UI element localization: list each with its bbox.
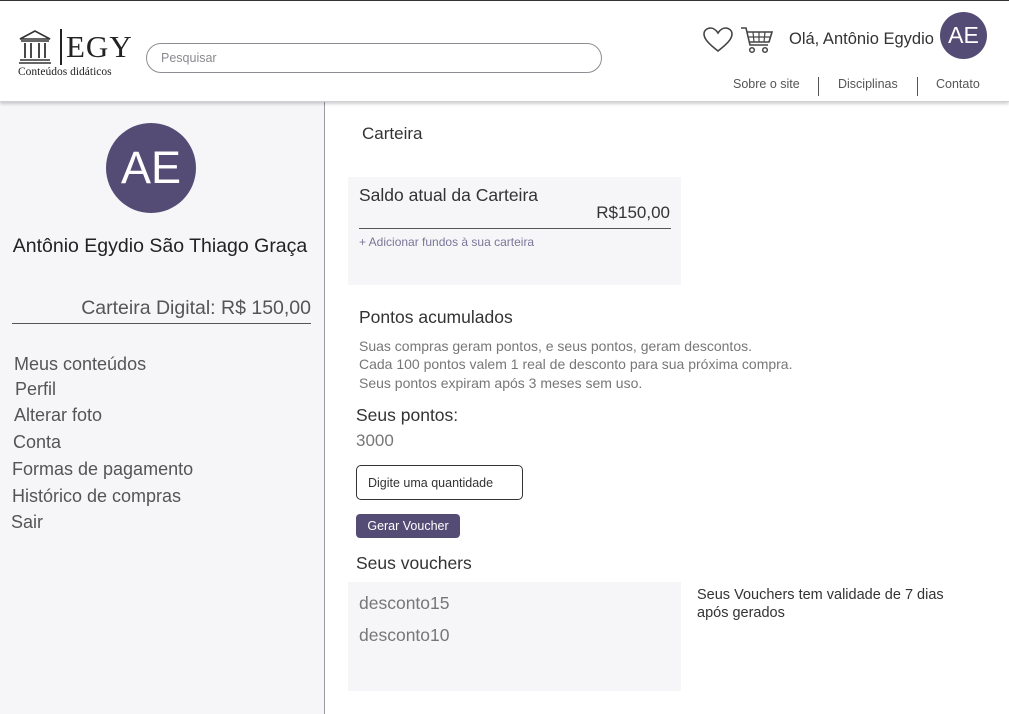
site-logo[interactable]: EGY Conteúdos didáticos [18, 27, 138, 81]
user-full-name: Antônio Egydio São Thiago Graça [12, 235, 308, 257]
heart-icon[interactable] [702, 26, 734, 54]
voucher-validity-note: Seus Vouchers tem validade de 7 dias apó… [697, 587, 944, 621]
balance-value: R$150,00 [596, 203, 670, 222]
user-greeting: Olá, Antônio Egydio [789, 30, 934, 48]
points-section-title: Pontos acumulados [359, 307, 513, 327]
sidebar-item-meus-conteudos[interactable]: Meus conteúdos [14, 354, 146, 375]
sidebar-item-conta[interactable]: Conta [13, 432, 61, 453]
sidebar: AE Antônio Egydio São Thiago Graça Carte… [0, 102, 325, 714]
add-funds-link[interactable]: + Adicionar fundos à sua carteira [359, 235, 534, 249]
generate-voucher-button[interactable]: Gerar Voucher [356, 514, 460, 538]
sidebar-item-perfil[interactable]: Perfil [15, 379, 56, 400]
building-columns-icon [19, 30, 51, 64]
sidebar-item-formas-pagamento[interactable]: Formas de pagamento [12, 459, 193, 480]
balance-label: Saldo atual da Carteira [359, 185, 538, 205]
nav-link-sobre[interactable]: Sobre o site [733, 77, 800, 91]
header-avatar[interactable]: AE [940, 12, 987, 59]
voucher-item: desconto10 [359, 625, 450, 645]
profile-avatar: AE [106, 123, 196, 213]
cart-icon[interactable] [740, 25, 774, 55]
sidebar-item-alterar-foto[interactable]: Alterar foto [14, 405, 102, 426]
digital-wallet-summary: Carteira Digital: R$ 150,00 [12, 297, 311, 324]
vouchers-section-title: Seus vouchers [356, 553, 472, 573]
nav-divider [917, 77, 918, 96]
nav-link-disciplinas[interactable]: Disciplinas [838, 77, 898, 91]
nav-link-contato[interactable]: Contato [936, 77, 980, 91]
points-description-line: Cada 100 pontos valem 1 real de desconto… [359, 356, 793, 372]
wallet-balance-card: Saldo atual da Carteira R$150,00 + Adici… [348, 177, 681, 285]
sidebar-item-historico-compras[interactable]: Histórico de compras [12, 486, 181, 507]
top-header: EGY Conteúdos didáticos Olá, Antônio Egy… [0, 0, 1009, 102]
your-points-value: 3000 [356, 431, 394, 450]
nav-divider [818, 77, 819, 96]
logo-divider [60, 29, 62, 65]
points-description-line: Suas compras geram pontos, e seus pontos… [359, 338, 752, 354]
sidebar-item-sair[interactable]: Sair [11, 512, 43, 533]
logo-text: EGY [66, 29, 133, 64]
voucher-quantity-input[interactable] [356, 465, 523, 500]
balance-divider [359, 228, 671, 229]
vouchers-list: desconto15 desconto10 [348, 582, 681, 691]
voucher-item: desconto15 [359, 593, 450, 613]
points-description-line: Seus pontos expiram após 3 meses sem uso… [359, 375, 643, 391]
your-points-label: Seus pontos: [356, 405, 459, 425]
page-title: Carteira [362, 124, 423, 143]
search-input[interactable] [146, 43, 602, 73]
logo-subtitle: Conteúdos didáticos [18, 66, 112, 78]
